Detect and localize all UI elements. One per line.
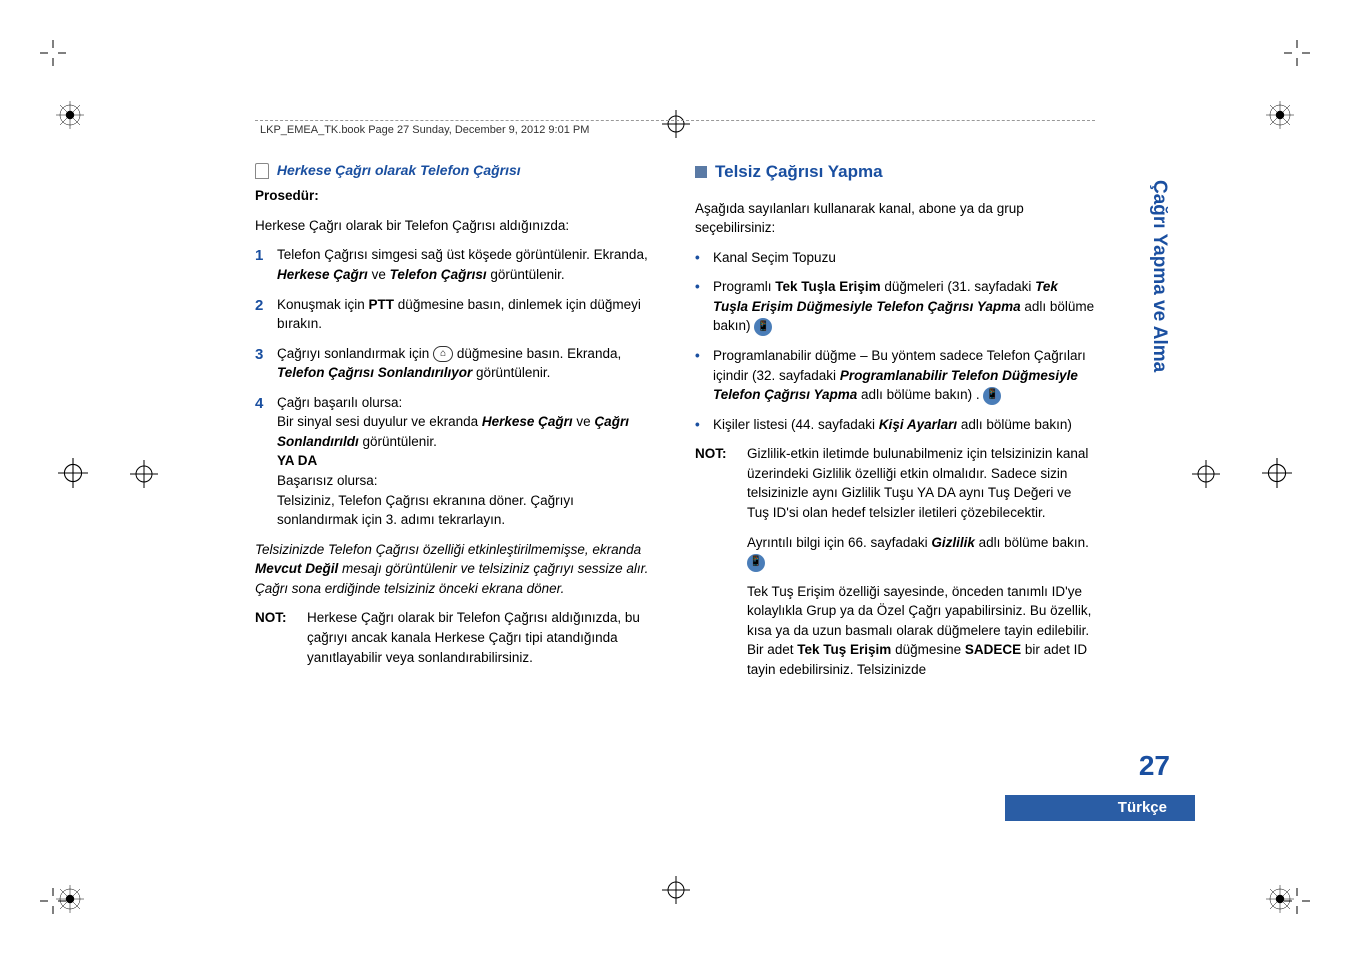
- register-burst-icon: [55, 100, 85, 130]
- bullet-3: • Programlanabilir düğme – Bu yöntem sad…: [695, 346, 1095, 405]
- procedure-label: Prosedür:: [255, 186, 655, 206]
- left-title: Herkese Çağrı olarak Telefon Çağrısı: [277, 162, 521, 178]
- register-target-icon: [1262, 458, 1292, 488]
- section-marker-icon: [695, 166, 707, 178]
- right-intro: Aşağıda sayılanları kullanarak kanal, ab…: [695, 199, 1095, 238]
- register-target-icon: [58, 458, 88, 488]
- register-burst-icon: [55, 884, 85, 914]
- page-header-meta: LKP_EMEA_TK.book Page 27 Sunday, Decembe…: [260, 124, 589, 136]
- bullet-1: •Kanal Seçim Topuzu: [695, 248, 1095, 268]
- right-note: NOT: Gizlilik-etkin iletimde bulunabilme…: [695, 444, 1095, 689]
- register-burst-icon: [1265, 100, 1295, 130]
- right-column: Telsiz Çağrısı Yapma Aşağıda sayılanları…: [695, 160, 1095, 699]
- register-target-icon: [130, 460, 158, 488]
- feature-badge-icon: 📱: [754, 318, 772, 336]
- home-button-icon: ⌂: [433, 346, 453, 362]
- procedure-intro: Herkese Çağrı olarak bir Telefon Çağrısı…: [255, 216, 655, 236]
- step-1: 1 Telefon Çağrısı simgesi sağ üst köşede…: [255, 245, 655, 284]
- left-italic-note: Telsizinizde Telefon Çağrısı özelliği et…: [255, 540, 655, 599]
- bullet-4: • Kişiler listesi (44. sayfadaki Kişi Ay…: [695, 415, 1095, 435]
- book-icon: [255, 163, 269, 179]
- page-number: 27: [1139, 750, 1170, 782]
- side-tab-label: Çağrı Yapma ve Alma: [1144, 180, 1170, 440]
- crop-mark-icon: [40, 40, 66, 66]
- language-bar: Türkçe: [1005, 795, 1195, 821]
- register-burst-icon: [1265, 884, 1295, 914]
- register-target-icon: [1192, 460, 1220, 488]
- right-heading: Telsiz Çağrısı Yapma: [695, 160, 1095, 185]
- step-2: 2 Konuşmak için PTT düğmesine basın, din…: [255, 295, 655, 334]
- header-rule: [255, 120, 1095, 121]
- register-target-icon: [662, 876, 690, 904]
- step-4: 4 Çağrı başarılı olursa: Bir sinyal sesi…: [255, 393, 655, 530]
- left-column: Herkese Çağrı olarak Telefon Çağrısı Pro…: [255, 160, 655, 699]
- left-note: NOT: Herkese Çağrı olarak bir Telefon Ça…: [255, 608, 655, 667]
- bullet-2: • Programlı Tek Tuşla Erişim düğmeleri (…: [695, 277, 1095, 336]
- crop-mark-icon: [1284, 40, 1310, 66]
- feature-badge-icon: 📱: [747, 554, 765, 572]
- feature-badge-icon: 📱: [983, 387, 1001, 405]
- step-3: 3 Çağrıyı sonlandırmak için ⌂ düğmesine …: [255, 344, 655, 383]
